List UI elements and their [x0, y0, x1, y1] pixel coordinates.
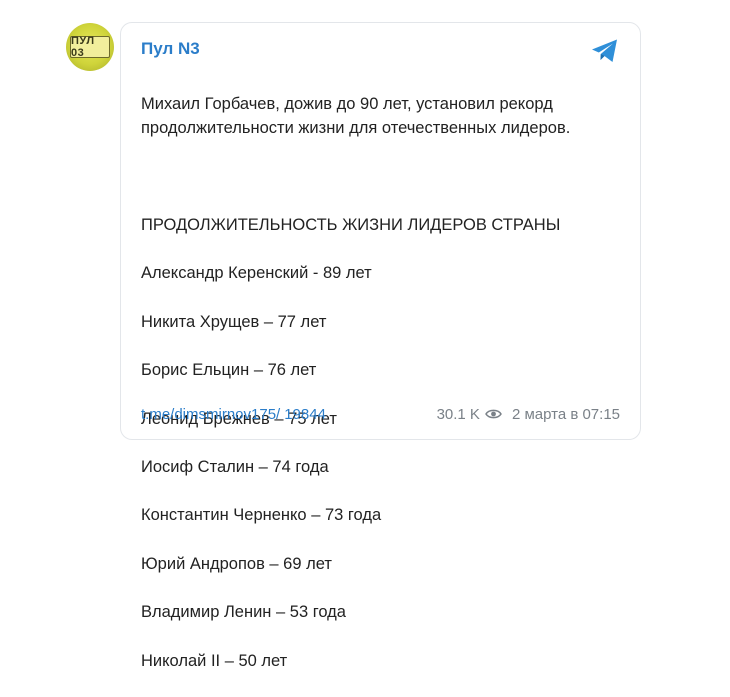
view-count: 30.1 K [436, 405, 480, 423]
post-message: Михаил Горбачев, дожив до 90 лет, устано… [141, 68, 620, 697]
avatar-label: ПУЛ 03 [70, 35, 110, 59]
list-item: Иосиф Сталин – 74 года [141, 458, 329, 477]
list-item: Николай II – 50 лет [141, 651, 288, 670]
eye-icon [485, 409, 502, 419]
channel-name-link[interactable]: Пул N3 [141, 37, 620, 63]
list-title: ПРОДОЛЖИТЕЛЬНОСТЬ ЖИЗНИ ЛИДЕРОВ СТРАНЫ [141, 216, 561, 235]
post-card: Пул N3 Михаил Горбачев, дожив до 90 лет,… [120, 22, 641, 670]
list-item: Юрий Андропов – 69 лет [141, 554, 332, 573]
post-lead-text: Михаил Горбачев, дожив до 90 лет, устано… [141, 95, 571, 138]
post-link[interactable]: t.me/dimsmirnov175/ [141, 406, 280, 423]
post-meta: 30.1 K 2 марта в 07:15 [437, 406, 620, 423]
post-id-link[interactable]: 19844 [284, 406, 326, 423]
list-item: Александр Керенский - 89 лет [141, 264, 372, 283]
list-item: Борис Ельцин – 76 лет [141, 361, 317, 380]
post-footer: t.me/dimsmirnov175/ 19844 30.1 K 2 марта… [141, 403, 620, 425]
list-item: Владимир Ленин – 53 года [141, 603, 346, 622]
list-item: Константин Черненко – 73 года [141, 506, 382, 525]
post-content: Пул N3 Михаил Горбачев, дожив до 90 лет,… [141, 37, 620, 697]
list-item: Никита Хрущев – 77 лет [141, 312, 327, 331]
channel-avatar[interactable]: ПУЛ 03 [66, 23, 114, 71]
post-date[interactable]: 2 марта в 07:15 [512, 406, 620, 423]
